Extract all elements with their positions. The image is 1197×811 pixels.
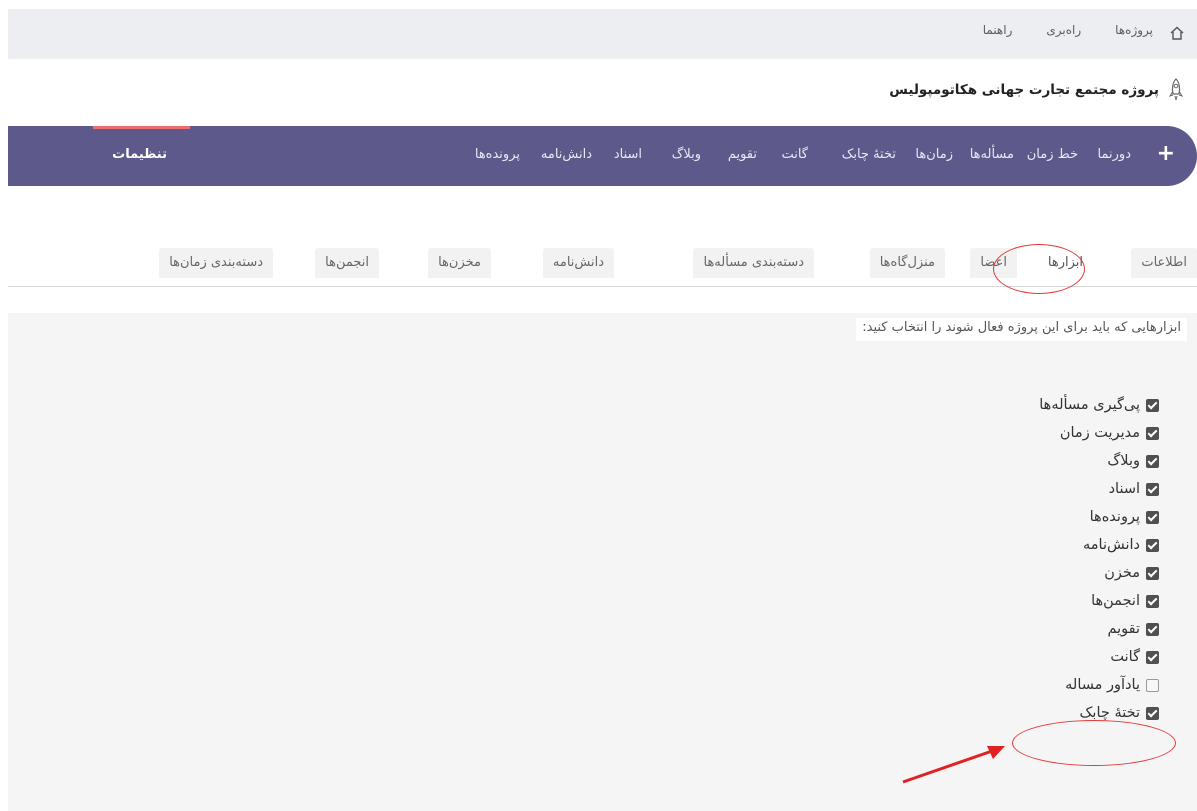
nav-item-wiki[interactable]: دانش‌نامه (541, 147, 592, 162)
top-link-projects[interactable]: پروژه‌ها (1115, 23, 1153, 37)
tab-forums[interactable]: انجمن‌ها (315, 248, 379, 278)
annotation-circle-issue-reminder (1012, 720, 1176, 766)
home-icon[interactable] (1169, 25, 1185, 41)
module-label: مدیریت زمان (1059, 425, 1140, 441)
tab-versions[interactable]: منزل‌گاه‌ها (869, 248, 945, 278)
module-label: تقویم (1107, 621, 1140, 637)
top-link-administration[interactable]: راه‌بری (1046, 23, 1081, 37)
annotation-circle-modules-tab (993, 244, 1085, 294)
checkbox[interactable] (1146, 706, 1159, 720)
annotation-arrow-icon (902, 746, 1005, 784)
module-label: انجمن‌ها (1091, 593, 1140, 609)
module-option-issue-reminder[interactable]: یادآور مساله (899, 671, 1159, 699)
nav-item-agile-board[interactable]: تختهٔ چابک (842, 147, 896, 162)
checkbox[interactable] (1146, 454, 1159, 468)
nav-item-settings[interactable]: تنظیمات (112, 147, 167, 162)
new-object-button[interactable]: + (1157, 139, 1175, 169)
module-label: وبلاگ (1107, 453, 1140, 469)
checkbox[interactable] (1146, 594, 1159, 608)
module-option[interactable]: پی‌گیری مسأله‌ها (899, 391, 1159, 419)
checkbox[interactable] (1146, 678, 1159, 692)
top-links: پروژه‌ها راه‌بری راهنما (983, 23, 1153, 37)
module-option[interactable]: پرونده‌ها (899, 503, 1159, 531)
nav-item-calendar[interactable]: تقویم (728, 147, 757, 162)
nav-item-blog[interactable]: وبلاگ (672, 147, 701, 162)
project-title: پروژه مجتمع تجارت جهانی هکاتومپولیس (889, 82, 1159, 98)
active-tab-indicator (93, 126, 190, 129)
nav-item-overview[interactable]: دورنما (1098, 147, 1131, 162)
module-label: گانت (1110, 649, 1140, 665)
nav-item-files[interactable]: پرونده‌ها (475, 147, 520, 162)
module-label: پی‌گیری مسأله‌ها (1039, 397, 1140, 413)
checkbox[interactable] (1146, 622, 1159, 636)
tab-time-categories[interactable]: دسته‌بندی زمان‌ها (159, 248, 273, 278)
tab-wiki[interactable]: دانش‌نامه (542, 248, 614, 278)
module-label: مخزن (1104, 565, 1140, 581)
checkbox[interactable] (1146, 398, 1159, 412)
modules-list: پی‌گیری مسأله‌ها مدیریت زمان وبلاگ اسناد… (899, 391, 1159, 727)
module-option[interactable]: مخزن (899, 559, 1159, 587)
checkbox[interactable] (1146, 538, 1159, 552)
checkbox[interactable] (1146, 650, 1159, 664)
modules-legend: ابزارهایی که باید برای این پروژه فعال شو… (856, 318, 1187, 341)
module-option[interactable]: اسناد (899, 475, 1159, 503)
top-link-help[interactable]: راهنما (983, 23, 1013, 37)
module-option[interactable]: وبلاگ (899, 447, 1159, 475)
nav-item-issues[interactable]: مسأله‌ها (970, 147, 1014, 162)
nav-item-timeline[interactable]: خط زمان (1027, 147, 1078, 162)
tab-information[interactable]: اطلاعات (1131, 248, 1197, 278)
nav-item-time-entries[interactable]: زمان‌ها (915, 147, 953, 162)
checkbox[interactable] (1146, 482, 1159, 496)
top-menu-bar: پروژه‌ها راه‌بری راهنما (8, 9, 1197, 59)
module-option[interactable]: گانت (899, 643, 1159, 671)
module-label: تختهٔ چابک (1079, 705, 1140, 721)
module-option[interactable]: تقویم (899, 615, 1159, 643)
module-label: پرونده‌ها (1089, 509, 1140, 525)
tab-repositories[interactable]: مخزن‌ها (428, 248, 491, 278)
nav-item-documents[interactable]: اسناد (614, 147, 642, 162)
checkbox[interactable] (1146, 566, 1159, 580)
nav-item-gantt[interactable]: گانت (781, 147, 808, 162)
project-header: پروژه مجتمع تجارت جهانی هکاتومپولیس (889, 76, 1185, 104)
checkbox[interactable] (1146, 510, 1159, 524)
module-option[interactable]: دانش‌نامه (899, 531, 1159, 559)
module-label: یادآور مساله (1065, 677, 1140, 693)
module-label: اسناد (1108, 481, 1140, 497)
module-option[interactable]: مدیریت زمان (899, 419, 1159, 447)
module-label: دانش‌نامه (1082, 537, 1140, 553)
checkbox[interactable] (1146, 426, 1159, 440)
module-option[interactable]: انجمن‌ها (899, 587, 1159, 615)
tab-issue-categories[interactable]: دسته‌بندی مسأله‌ها (693, 248, 814, 278)
main-navigation: + دورنما خط زمان مسأله‌ها زمان‌ها تختهٔ … (8, 126, 1197, 186)
rocket-icon (1168, 78, 1184, 101)
